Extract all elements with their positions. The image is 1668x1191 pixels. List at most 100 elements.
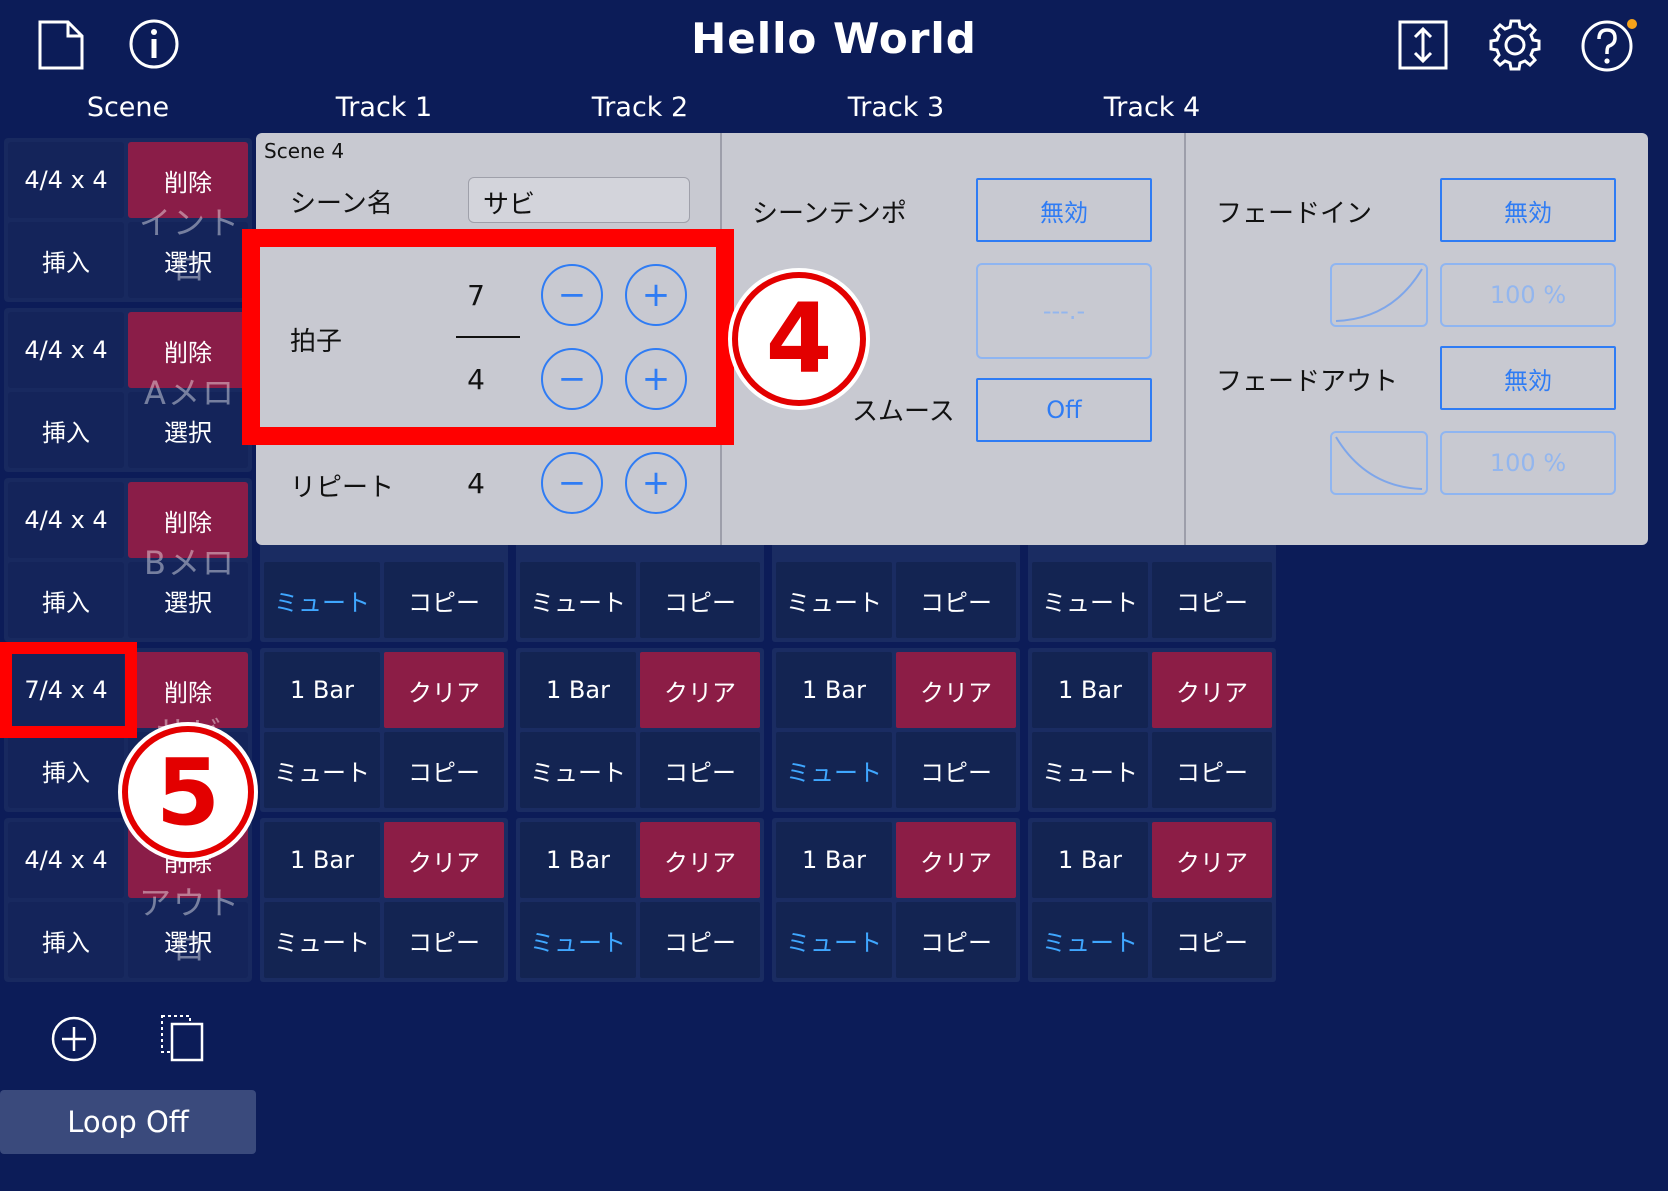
mute-button[interactable]: ミュート — [264, 902, 380, 978]
mute-button[interactable]: ミュート — [520, 732, 636, 808]
smooth-label: スムース — [852, 397, 955, 427]
scene-insert-button[interactable]: 挿入 — [8, 902, 124, 978]
clear-button[interactable]: クリア — [384, 652, 504, 728]
scene-tempo-label: シーンテンポ — [752, 199, 907, 229]
column-header-track-2: Track 2 — [591, 92, 689, 123]
column-header-track-4: Track 4 — [1103, 92, 1201, 123]
repeat-value: 4 — [467, 467, 485, 500]
bar-length-button[interactable]: 1 Bar — [1032, 652, 1148, 728]
bar-length-button[interactable]: 1 Bar — [776, 822, 892, 898]
bar-length-button[interactable]: 1 Bar — [264, 652, 380, 728]
clear-button[interactable]: クリア — [896, 822, 1016, 898]
loop-toggle-button[interactable]: Loop Off — [0, 1090, 256, 1154]
scene-signature[interactable]: 4/4 x 4 — [8, 312, 124, 388]
scene-insert-button[interactable]: 挿入 — [8, 562, 124, 638]
column-header-track-1: Track 1 — [335, 92, 433, 123]
fade-in-curve-button[interactable] — [1330, 263, 1428, 327]
expand-vertical-icon[interactable] — [1398, 20, 1448, 70]
repeat-plus-button[interactable]: + — [625, 452, 687, 514]
scene-delete-button[interactable]: 削除 — [128, 482, 248, 558]
copy-button[interactable]: コピー — [896, 732, 1016, 808]
annotation-badge-4-number: 4 — [732, 272, 866, 406]
scene-delete-button[interactable]: 削除 — [128, 652, 248, 728]
scene-insert-button[interactable]: 挿入 — [8, 732, 124, 808]
repeat-label: リピート — [290, 473, 395, 503]
mute-button[interactable]: ミュート — [776, 902, 892, 978]
mute-button[interactable]: ミュート — [264, 732, 380, 808]
fade-out-percent[interactable]: 100 % — [1440, 431, 1616, 495]
scene-tempo-toggle[interactable]: 無効 — [976, 178, 1152, 242]
scene-signature[interactable]: 4/4 x 4 — [8, 822, 124, 898]
scene-block-1: 4/4 x 4 削除 挿入 選択 イントロ — [4, 138, 252, 302]
bar-length-button[interactable]: 1 Bar — [520, 652, 636, 728]
copy-button[interactable]: コピー — [896, 902, 1016, 978]
scene-select-button[interactable]: 選択 — [128, 902, 248, 978]
fade-in-label: フェードイン — [1216, 199, 1373, 229]
popover-header: Scene 4 — [264, 139, 345, 163]
clear-button[interactable]: クリア — [640, 822, 760, 898]
highlight-frame-signature — [0, 642, 137, 738]
copy-button[interactable]: コピー — [384, 732, 504, 808]
copy-button[interactable]: コピー — [1152, 902, 1272, 978]
mute-button[interactable]: ミュート — [1032, 732, 1148, 808]
annotation-badge-5: 5 — [118, 722, 258, 862]
clear-button[interactable]: クリア — [1152, 822, 1272, 898]
scene-select-button[interactable]: 選択 — [128, 392, 248, 468]
help-icon[interactable] — [1580, 16, 1640, 74]
scene-name-input[interactable]: サビ — [468, 177, 690, 223]
scene-block-3: 4/4 x 4 削除 挿入 選択 Bメロ — [4, 478, 252, 642]
scene-signature[interactable]: 4/4 x 4 — [8, 142, 124, 218]
copy-button[interactable]: コピー — [384, 902, 504, 978]
bar-length-button[interactable]: 1 Bar — [1032, 822, 1148, 898]
bar-length-button[interactable]: 1 Bar — [776, 652, 892, 728]
scene-insert-button[interactable]: 挿入 — [8, 222, 124, 298]
scene-delete-button[interactable]: 削除 — [128, 142, 248, 218]
bar-length-button[interactable]: 1 Bar — [520, 822, 636, 898]
scene-select-button[interactable]: 選択 — [128, 562, 248, 638]
add-scene-icon[interactable] — [50, 1015, 98, 1063]
scene-insert-button[interactable]: 挿入 — [8, 392, 124, 468]
copy-button[interactable]: コピー — [640, 732, 760, 808]
column-header-track-3: Track 3 — [847, 92, 945, 123]
popover-divider — [1184, 133, 1186, 545]
mute-button[interactable]: ミュート — [1032, 562, 1148, 638]
scene-delete-button[interactable]: 削除 — [128, 312, 248, 388]
annotation-badge-5-number: 5 — [122, 726, 254, 858]
copy-button[interactable]: コピー — [640, 562, 760, 638]
smooth-toggle[interactable]: Off — [976, 378, 1152, 442]
fade-in-curve-icon — [1335, 268, 1423, 322]
scene-select-button[interactable]: 選択 — [128, 222, 248, 298]
fade-out-toggle[interactable]: 無効 — [1440, 346, 1616, 410]
duplicate-scene-icon[interactable] — [160, 1014, 206, 1062]
settings-gear-icon[interactable] — [1487, 17, 1543, 73]
scene-tempo-value-field[interactable]: ---.- — [976, 263, 1152, 359]
clear-button[interactable]: クリア — [896, 652, 1016, 728]
clear-button[interactable]: クリア — [384, 822, 504, 898]
fade-in-toggle[interactable]: 無効 — [1440, 178, 1616, 242]
copy-button[interactable]: コピー — [384, 562, 504, 638]
clear-button[interactable]: クリア — [1152, 652, 1272, 728]
bar-length-button[interactable]: 1 Bar — [264, 822, 380, 898]
scene-name-label: シーン名 — [290, 189, 393, 219]
scene-name-value: サビ — [483, 190, 536, 220]
copy-button[interactable]: コピー — [896, 562, 1016, 638]
repeat-minus-button[interactable]: − — [541, 452, 603, 514]
fade-in-percent[interactable]: 100 % — [1440, 263, 1616, 327]
mute-button[interactable]: ミュート — [520, 902, 636, 978]
copy-button[interactable]: コピー — [1152, 562, 1272, 638]
mute-button[interactable]: ミュート — [1032, 902, 1148, 978]
mute-button[interactable]: ミュート — [776, 562, 892, 638]
copy-button[interactable]: コピー — [640, 902, 760, 978]
scene-signature[interactable]: 4/4 x 4 — [8, 482, 124, 558]
mute-button[interactable]: ミュート — [776, 732, 892, 808]
column-header-scene: Scene — [86, 92, 170, 123]
highlight-frame-time-signature — [242, 229, 734, 445]
scene-block-2: 4/4 x 4 削除 挿入 選択 Aメロ — [4, 308, 252, 472]
copy-button[interactable]: コピー — [1152, 732, 1272, 808]
clear-button[interactable]: クリア — [640, 652, 760, 728]
mute-button[interactable]: ミュート — [520, 562, 636, 638]
mute-button[interactable]: ミュート — [264, 562, 380, 638]
fade-out-curve-button[interactable] — [1330, 431, 1428, 495]
annotation-badge-4: 4 — [728, 268, 870, 410]
fade-out-curve-icon — [1335, 436, 1423, 490]
